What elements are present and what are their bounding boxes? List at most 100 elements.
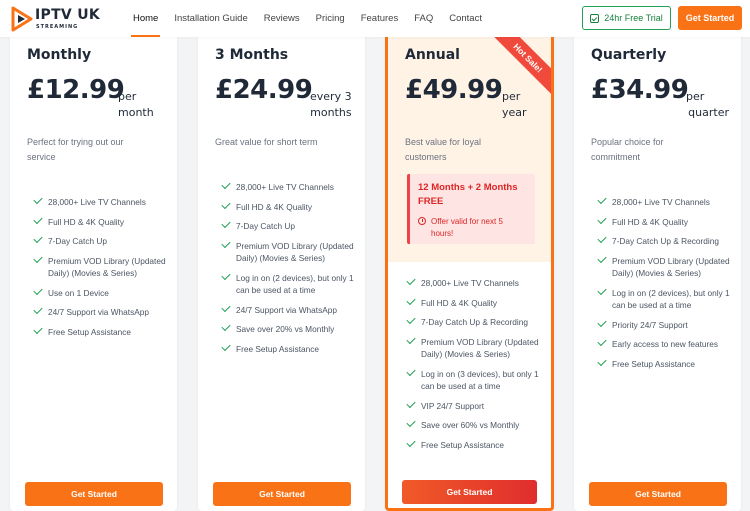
plan-card-3-months: 3 Months £24.99 every 3 months Great val… [198, 37, 365, 511]
nav-faq[interactable]: FAQ [406, 0, 441, 37]
offer-note: Offer valid for next 5 hours! [418, 216, 527, 240]
plan-name: Annual [405, 47, 460, 63]
feature-item: 24/7 Support via WhatsApp [33, 304, 174, 319]
free-trial-label: 24hr Free Trial [604, 13, 663, 23]
main-menu: Home Installation Guide Reviews Pricing … [125, 0, 490, 37]
nav-installation-guide[interactable]: Installation Guide [166, 0, 255, 37]
check-icon [406, 398, 416, 408]
feature-item: 7-Day Catch Up & Recording [406, 314, 547, 329]
check-icon [221, 341, 231, 351]
limited-offer-box: 12 Months + 2 Months FREE Offer valid fo… [407, 174, 535, 244]
nav-contact[interactable]: Contact [441, 0, 490, 37]
feature-item: Log in on (2 devices), but only 1 can be… [597, 285, 738, 312]
check-icon [406, 295, 416, 305]
check-icon [406, 417, 416, 428]
clock-icon [418, 217, 426, 225]
get-started-button[interactable]: Get Started [589, 482, 727, 506]
nav-pricing[interactable]: Pricing [308, 0, 353, 37]
plan-name: 3 Months [215, 47, 289, 63]
feature-list: 28,000+ Live TV Channels Full HD & 4K Qu… [406, 275, 547, 458]
plan-period: per quarter [686, 90, 729, 119]
check-icon [221, 321, 231, 332]
feature-item: Free Setup Assistance [221, 341, 362, 356]
feature-list: 28,000+ Live TV Channels Full HD & 4K Qu… [221, 179, 362, 362]
check-icon [406, 366, 416, 376]
feature-item: Log in on (2 devices), but only 1 can be… [221, 270, 362, 297]
plan-card-quarterly: Quarterly £34.99 per quarter Popular cho… [574, 37, 741, 511]
plan-description: Best value for loyal customers [405, 137, 482, 162]
check-icon [221, 218, 231, 229]
check-icon [597, 356, 607, 366]
plan-period: per year [502, 90, 527, 119]
check-icon [597, 253, 607, 263]
check-icon [33, 304, 43, 315]
brand-name: IPTV UK [35, 7, 101, 23]
feature-item: Premium VOD Library (Updated Daily) (Mov… [406, 334, 547, 361]
feature-item: 24/7 Support via WhatsApp [221, 302, 362, 317]
check-icon [597, 214, 607, 224]
plan-period: per month [118, 90, 154, 119]
plan-price: £49.99 [405, 75, 503, 105]
nav-features[interactable]: Features [353, 0, 407, 37]
check-icon [33, 253, 43, 263]
plan-description: Great value for short term [215, 137, 318, 147]
feature-item: Full HD & 4K Quality [406, 295, 547, 310]
feature-item: Premium VOD Library (Updated Daily) (Mov… [33, 253, 174, 280]
feature-item: VIP 24/7 Support [406, 398, 547, 413]
feature-item: Free Setup Assistance [33, 324, 174, 339]
feature-item: Use on 1 Device [33, 285, 174, 300]
get-started-button[interactable]: Get Started [402, 480, 537, 504]
feature-item: Priority 24/7 Support [597, 317, 738, 332]
check-icon [33, 214, 43, 224]
check-icon [406, 275, 416, 286]
check-icon [597, 317, 607, 327]
top-navbar: IPTV UK STREAMING Home Installation Guid… [0, 0, 750, 37]
check-icon [33, 285, 43, 295]
feature-item: 28,000+ Live TV Channels [597, 194, 738, 209]
check-icon [33, 233, 43, 244]
feature-item: Save over 60% vs Monthly [406, 417, 547, 432]
check-icon [33, 194, 43, 205]
check-icon [221, 179, 231, 190]
plan-name: Monthly [27, 47, 92, 63]
check-icon [597, 233, 607, 244]
nav-home[interactable]: Home [125, 0, 166, 37]
offer-title: 12 Months + 2 Months FREE [418, 182, 518, 207]
feature-item: Free Setup Assistance [597, 356, 738, 371]
check-icon [597, 336, 607, 347]
check-icon [221, 238, 231, 248]
free-trial-button[interactable]: 24hr Free Trial [582, 6, 671, 30]
feature-item: 28,000+ Live TV Channels [221, 179, 362, 194]
nav-get-started-button[interactable]: Get Started [678, 6, 742, 30]
brand-logo[interactable]: IPTV UK STREAMING [9, 5, 109, 33]
feature-item: 28,000+ Live TV Channels [33, 194, 174, 209]
feature-item: Premium VOD Library (Updated Daily) (Mov… [221, 238, 362, 265]
feature-item: Full HD & 4K Quality [221, 199, 362, 214]
get-started-button[interactable]: Get Started [25, 482, 163, 506]
play-logo-icon [11, 6, 33, 32]
feature-item: Save over 20% vs Monthly [221, 321, 362, 336]
check-icon [406, 314, 416, 325]
check-icon [221, 302, 231, 312]
feature-item: Log in on (3 devices), but only 1 can be… [406, 366, 547, 393]
plan-card-monthly: Monthly £12.99 per month Perfect for try… [10, 37, 177, 511]
feature-item: Free Setup Assistance [406, 437, 547, 452]
check-icon [406, 334, 416, 344]
plan-price: £34.99 [591, 75, 689, 105]
feature-item: 7-Day Catch Up [33, 233, 174, 248]
feature-item: 7-Day Catch Up & Recording [597, 233, 738, 248]
check-icon [221, 199, 231, 209]
plan-period: every 3 months [310, 90, 352, 119]
feature-list: 28,000+ Live TV Channels Full HD & 4K Qu… [33, 194, 174, 345]
nav-reviews[interactable]: Reviews [256, 0, 308, 37]
check-icon [597, 194, 607, 205]
check-icon [597, 285, 607, 295]
feature-item: Full HD & 4K Quality [597, 214, 738, 229]
feature-item: 7-Day Catch Up [221, 218, 362, 233]
get-started-button[interactable]: Get Started [213, 482, 351, 506]
feature-item: Early access to new features [597, 336, 738, 351]
check-icon [221, 270, 231, 280]
plan-name: Quarterly [591, 47, 667, 63]
plan-description: Perfect for trying out our service [27, 137, 124, 162]
feature-item: Premium VOD Library (Updated Daily) (Mov… [597, 253, 738, 280]
